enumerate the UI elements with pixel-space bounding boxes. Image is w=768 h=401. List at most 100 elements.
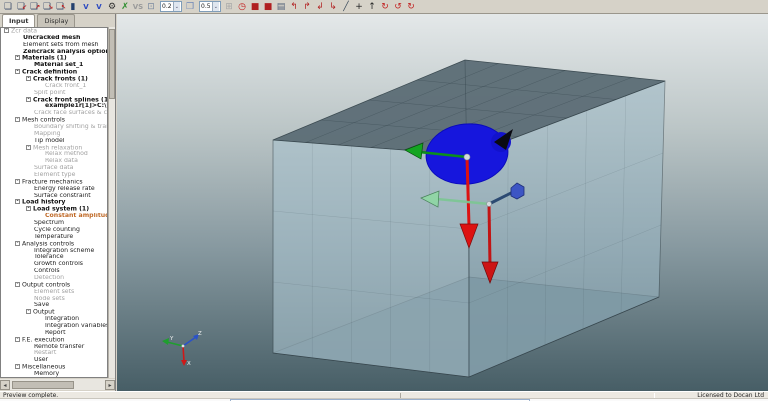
- tree-item[interactable]: Report: [1, 330, 107, 337]
- rotate-x-icon[interactable]: ↻: [379, 1, 391, 13]
- tree-item[interactable]: Tolerance: [1, 254, 107, 261]
- tree-item[interactable]: Surface constraint: [1, 193, 107, 200]
- transparency-cube-icon[interactable]: ⊡: [145, 1, 157, 13]
- scroll-right-icon[interactable]: ▸: [105, 379, 115, 390]
- tree-item[interactable]: - Miscellaneous: [1, 364, 107, 371]
- shrink-select-caret-icon[interactable]: ⌄: [211, 2, 219, 11]
- expander-minus-icon[interactable]: -: [26, 76, 31, 82]
- fit-view-icon[interactable]: ⊞: [223, 1, 235, 13]
- expander-minus-icon[interactable]: -: [15, 281, 20, 287]
- expander-minus-icon[interactable]: -: [15, 240, 20, 246]
- tree-item[interactable]: - F.E. execution: [1, 336, 107, 344]
- tree-item[interactable]: Save: [1, 302, 107, 309]
- tree-item[interactable]: Energy release rate: [1, 186, 107, 193]
- expander-minus-icon[interactable]: -: [15, 69, 20, 75]
- expander-minus-icon[interactable]: -: [15, 178, 20, 184]
- tree-item[interactable]: Cycle counting: [1, 227, 107, 234]
- tree-item[interactable]: Remote transfer: [1, 344, 107, 351]
- tree-item[interactable]: - Load history: [1, 199, 107, 206]
- tree-item[interactable]: - Analysis controls: [1, 240, 107, 248]
- tree-item[interactable]: Crack face surfaces & contact: [1, 110, 107, 117]
- tree-item[interactable]: Boundary shifting & transfer: [1, 124, 107, 131]
- tree-item[interactable]: - Materials (1): [1, 55, 107, 62]
- tree-horizontal-scrollbar[interactable]: ◂ ▸: [0, 379, 115, 390]
- orient-corner-2-icon[interactable]: ↱: [301, 1, 313, 13]
- tree-item[interactable]: Zencrack analysis options: [1, 49, 107, 56]
- expander-minus-icon[interactable]: -: [15, 117, 20, 123]
- tree-item[interactable]: User: [1, 357, 107, 364]
- record-red-icon[interactable]: ■: [262, 1, 274, 13]
- measure-line-icon[interactable]: ╱: [340, 1, 352, 13]
- tree-vertical-scrollbar-thumb[interactable]: [109, 29, 115, 99]
- expander-minus-icon[interactable]: -: [26, 309, 31, 315]
- tree-item[interactable]: Temperature: [1, 234, 107, 241]
- tree-item[interactable]: - Zcr data: [1, 28, 107, 35]
- tree-item[interactable]: Integration: [1, 316, 107, 323]
- tree-item[interactable]: Surface data: [1, 165, 107, 172]
- animate-clock-icon[interactable]: ◷: [236, 1, 248, 13]
- wizard-v1-icon[interactable]: V: [80, 1, 92, 13]
- tree-item[interactable]: Relax method: [1, 151, 107, 158]
- tree-item[interactable]: Constant amplitude_1: [1, 213, 107, 220]
- settings-gear-icon[interactable]: ⚙: [106, 1, 118, 13]
- scroll-left-icon[interactable]: ◂: [0, 379, 10, 390]
- tree-item[interactable]: Integration scheme: [1, 248, 107, 255]
- tree-item[interactable]: Detection: [1, 275, 107, 282]
- expander-minus-icon[interactable]: -: [26, 96, 31, 102]
- expander-minus-icon[interactable]: -: [26, 144, 31, 150]
- new-file-icon[interactable]: ❏: [2, 1, 14, 13]
- tree-item[interactable]: - Fracture mechanics: [1, 178, 107, 186]
- tree-item[interactable]: Material set_1: [1, 62, 107, 69]
- tree-item[interactable]: Split point: [1, 90, 107, 97]
- import-file-icon[interactable]: ❏ ↗: [28, 1, 40, 13]
- tree-item[interactable]: Spectrum: [1, 220, 107, 227]
- transparency-select[interactable]: 0.2 ⌄: [160, 1, 182, 12]
- tree-item[interactable]: Element sets: [1, 289, 107, 296]
- tree-item[interactable]: Node sets: [1, 296, 107, 303]
- expander-minus-icon[interactable]: -: [26, 206, 31, 212]
- export-file-icon[interactable]: ❏ ↖: [54, 1, 66, 13]
- orient-corner-4-icon[interactable]: ↳: [327, 1, 339, 13]
- rotate-y-icon[interactable]: ↺: [392, 1, 404, 13]
- 3d-viewport[interactable]: Y Z X: [117, 14, 768, 391]
- expander-minus-icon[interactable]: -: [4, 28, 9, 33]
- transparency-select-caret-icon[interactable]: ⌄: [172, 2, 180, 11]
- rotate-z-icon[interactable]: ↻: [405, 1, 417, 13]
- save-file-icon[interactable]: ❏ ↘: [41, 1, 53, 13]
- tree-item[interactable]: Restart: [1, 350, 107, 357]
- shrink-select[interactable]: 0.5 ⌄: [199, 1, 221, 12]
- data-table-icon[interactable]: ▤: [275, 1, 287, 13]
- tree-item[interactable]: Integration variables: [1, 323, 107, 330]
- axis-up-arrow-icon[interactable]: ↑: [366, 1, 378, 13]
- tree-item[interactable]: Controls: [1, 268, 107, 275]
- tree-vertical-scrollbar[interactable]: [108, 27, 115, 378]
- tree-horizontal-scrollbar-thumb[interactable]: [12, 380, 74, 389]
- orient-corner-3-icon[interactable]: ↲: [314, 1, 326, 13]
- expander-minus-icon[interactable]: -: [15, 199, 20, 205]
- tree-item[interactable]: Crack front_1: [1, 83, 107, 90]
- tree-item[interactable]: - Mesh relaxation: [1, 144, 107, 152]
- save-project-icon[interactable]: ▮: [67, 1, 79, 13]
- wizard-v2-icon[interactable]: V: [93, 1, 105, 13]
- tree-item[interactable]: - Crack definition: [1, 69, 107, 76]
- expander-minus-icon[interactable]: -: [15, 336, 20, 342]
- shrink-cube-icon[interactable]: ❒: [184, 1, 196, 13]
- tree-item[interactable]: Growth controls: [1, 261, 107, 268]
- tree-item[interactable]: Uncracked mesh: [1, 35, 107, 42]
- tree-item[interactable]: Element type: [1, 172, 107, 179]
- vs-toggle-icon[interactable]: VS: [132, 1, 144, 13]
- tree-item[interactable]: Tip model: [1, 138, 107, 145]
- tree-item[interactable]: - Output: [1, 309, 107, 316]
- mesh-check-icon[interactable]: ✗: [119, 1, 131, 13]
- tree-item[interactable]: Relax data: [1, 158, 107, 165]
- tree-item[interactable]: example1r[1]>C:\Users\davidde: [1, 103, 107, 110]
- crosshair-plus-icon[interactable]: +: [353, 1, 365, 13]
- tree-item[interactable]: - Mesh controls: [1, 117, 107, 124]
- tree-item[interactable]: - Crack front splines (1): [1, 96, 107, 104]
- tree-item[interactable]: - Crack fronts (1): [1, 76, 107, 83]
- tree-item[interactable]: Element sets from mesh: [1, 42, 107, 49]
- tree-item[interactable]: Mapping: [1, 131, 107, 138]
- tab-input[interactable]: Input: [2, 14, 36, 27]
- tab-display[interactable]: Display: [37, 14, 76, 27]
- orient-corner-1-icon[interactable]: ↰: [288, 1, 300, 13]
